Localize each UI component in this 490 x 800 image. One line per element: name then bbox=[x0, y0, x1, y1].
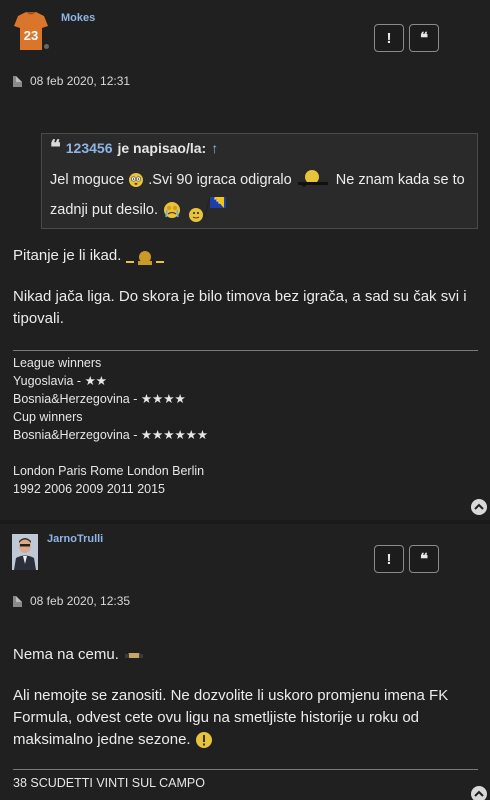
flag-smiley-icon bbox=[189, 197, 227, 223]
report-button[interactable]: ! bbox=[374, 24, 404, 52]
quote-mark-icon: ❝ bbox=[50, 137, 61, 159]
post-meta: 08 feb 2020, 12:31 bbox=[13, 74, 130, 88]
signature: 38 SCUDETTI VINTI SUL CAMPO bbox=[13, 776, 205, 790]
signature-line: Bosnia&Herzegovina - ★★★★ bbox=[13, 392, 186, 406]
sunset-smiley-icon bbox=[125, 251, 164, 266]
post-body-line-2: Nikad jača liga. Do skora je bilo timova… bbox=[13, 288, 467, 327]
quote-author-link[interactable]: 123456 bbox=[66, 140, 113, 156]
signature-line: 1992 2006 2009 2011 2015 bbox=[13, 482, 166, 496]
back-to-top-button[interactable] bbox=[471, 786, 487, 800]
quote-header: ❝ 123456 je napisao/la: ↑ bbox=[50, 137, 469, 159]
quote-button[interactable]: ❝ bbox=[409, 24, 439, 52]
chevron-up-icon bbox=[474, 790, 484, 797]
quote-text: Jel moguce .Svi 90 igraca odigralo Ne zn… bbox=[50, 165, 469, 225]
sunset-smiley-icon bbox=[297, 170, 328, 188]
post-date: 08 feb 2020, 12:35 bbox=[30, 594, 131, 608]
post-text: Pitanje je li ikad. bbox=[13, 247, 122, 264]
signature-line: Bosnia&Herzegovina - ★★★★★★ bbox=[13, 428, 209, 442]
signature: League winners Yugoslavia - ★★ Bosnia&He… bbox=[13, 354, 208, 498]
post-body-line-1: Nema na cemu. bbox=[13, 644, 483, 666]
svg-text:23: 23 bbox=[24, 28, 38, 43]
signature-line: London Paris Rome London Berlin bbox=[13, 464, 205, 478]
username[interactable]: JarnoTrulli bbox=[47, 533, 103, 545]
post-text: Ali nemojte se zanositi. Ne dozvolite li… bbox=[13, 687, 449, 748]
post-meta: 08 feb 2020, 12:35 bbox=[13, 594, 130, 608]
post-body-line-1: Pitanje je li ikad. bbox=[13, 245, 483, 267]
post-body-line-2: Ali nemojte se zanositi. Ne dozvolite li… bbox=[13, 685, 483, 751]
signature-line: Yugoslavia - ★★ bbox=[13, 374, 107, 388]
quote-text-part: zadnji put desilo. bbox=[50, 202, 159, 218]
signature-divider bbox=[13, 350, 478, 351]
signature-line: League winners bbox=[13, 356, 102, 370]
signature-spacer bbox=[13, 444, 208, 462]
shocked-smiley-icon bbox=[129, 173, 144, 188]
chevron-up-icon bbox=[474, 503, 484, 510]
back-to-top-button[interactable] bbox=[471, 499, 487, 515]
signature-divider bbox=[13, 769, 478, 770]
exclamation-icon bbox=[195, 732, 212, 749]
post-jarnotrulli: JarnoTrulli ! ❝ 08 feb 2020, 12:35 Nema … bbox=[0, 524, 490, 800]
handshake-icon bbox=[125, 653, 144, 659]
post-text: Nema na cemu. bbox=[13, 646, 119, 663]
avatar[interactable] bbox=[12, 534, 38, 570]
online-status-dot bbox=[44, 44, 49, 49]
quote-text-part: .Svi 90 igraca odigralo bbox=[148, 172, 292, 188]
post-mokes: 23 Mokes ! ❝ 08 feb 2020, 12:31 ❝ 123456… bbox=[0, 0, 490, 520]
file-icon bbox=[13, 595, 22, 607]
quote-wrote-label: je napisao/la: bbox=[117, 140, 207, 156]
report-button[interactable]: ! bbox=[374, 545, 404, 573]
quote-source-arrow-icon[interactable]: ↑ bbox=[211, 140, 218, 156]
file-icon bbox=[13, 75, 22, 87]
signature-line: Cup winners bbox=[13, 410, 83, 424]
quote-block: ❝ 123456 je napisao/la: ↑ Jel moguce .Sv… bbox=[41, 133, 478, 229]
quote-text-part: Ne znam kada se to bbox=[335, 172, 465, 188]
quote-text-part: Jel moguce bbox=[50, 172, 125, 188]
crying-smiley-icon bbox=[164, 202, 181, 219]
post-date: 08 feb 2020, 12:31 bbox=[30, 74, 131, 88]
username[interactable]: Mokes bbox=[61, 12, 95, 24]
quote-button[interactable]: ❝ bbox=[409, 545, 439, 573]
